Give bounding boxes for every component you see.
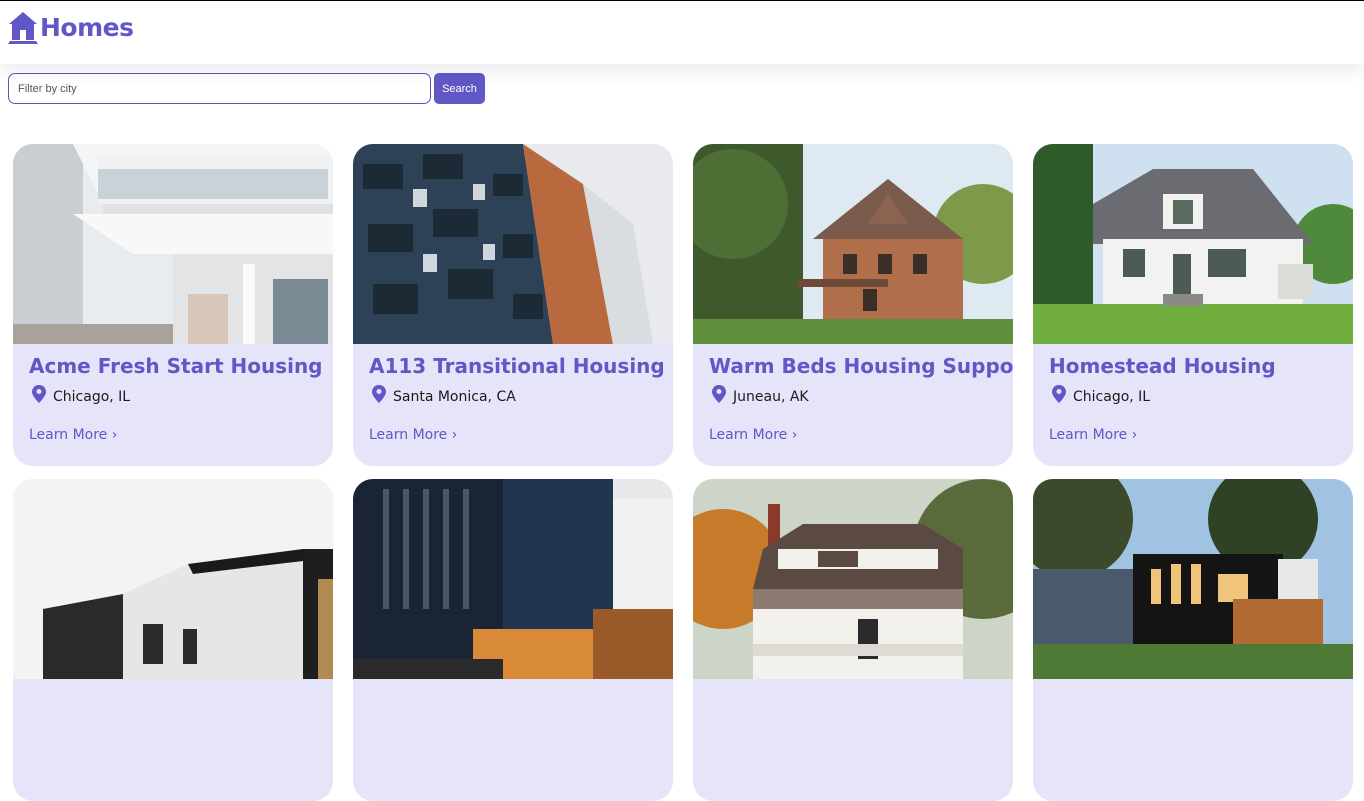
listing-photo bbox=[1033, 479, 1353, 679]
brand[interactable]: Homes bbox=[8, 9, 134, 45]
map-pin-icon bbox=[32, 385, 46, 403]
listing-card bbox=[353, 479, 673, 801]
listing-location: Juneau, AK bbox=[712, 385, 809, 405]
listing-photo bbox=[13, 479, 333, 679]
listing-photo bbox=[13, 144, 333, 344]
learn-more-link[interactable]: Learn More › bbox=[709, 427, 797, 443]
location-text: Santa Monica, CA bbox=[393, 389, 516, 405]
listing-location: Chicago, IL bbox=[1052, 385, 1151, 405]
listing-photo bbox=[693, 479, 1013, 679]
learn-more-link[interactable]: Learn More › bbox=[369, 427, 457, 443]
learn-more-link[interactable]: Learn More › bbox=[1049, 427, 1137, 443]
brand-name: Homes bbox=[40, 12, 134, 42]
listing-title: Homestead Housing bbox=[1049, 354, 1276, 378]
map-pin-icon bbox=[372, 385, 386, 403]
listing-photo bbox=[353, 144, 673, 344]
listing-card bbox=[1033, 479, 1353, 801]
listing-photo bbox=[693, 144, 1013, 344]
listing-card: Warm Beds Housing Support Juneau, AK Lea… bbox=[693, 144, 1013, 466]
location-text: Chicago, IL bbox=[53, 389, 131, 405]
city-filter-input[interactable] bbox=[8, 73, 431, 104]
listing-card: A113 Transitional Housing Santa Monica, … bbox=[353, 144, 673, 466]
map-pin-icon bbox=[712, 385, 726, 403]
listing-card bbox=[13, 479, 333, 801]
listing-photo bbox=[1033, 144, 1353, 344]
listing-title: Warm Beds Housing Support bbox=[709, 354, 1013, 378]
map-pin-icon bbox=[1052, 385, 1066, 403]
listing-photo bbox=[353, 479, 673, 679]
listing-card: Acme Fresh Start Housing Chicago, IL Lea… bbox=[13, 144, 333, 466]
listing-card bbox=[693, 479, 1013, 801]
listing-location: Santa Monica, CA bbox=[372, 385, 516, 405]
listing-location: Chicago, IL bbox=[32, 385, 131, 405]
search-button[interactable]: Search bbox=[434, 73, 485, 104]
location-text: Juneau, AK bbox=[733, 389, 809, 405]
listing-title: Acme Fresh Start Housing bbox=[29, 354, 323, 378]
house-icon bbox=[8, 12, 38, 44]
app-header: Homes bbox=[0, 1, 1364, 64]
listing-card: Homestead Housing Chicago, IL Learn More… bbox=[1033, 144, 1353, 466]
listing-title: A113 Transitional Housing bbox=[369, 354, 665, 378]
location-text: Chicago, IL bbox=[1073, 389, 1151, 405]
search-bar: Search bbox=[8, 73, 485, 104]
learn-more-link[interactable]: Learn More › bbox=[29, 427, 117, 443]
